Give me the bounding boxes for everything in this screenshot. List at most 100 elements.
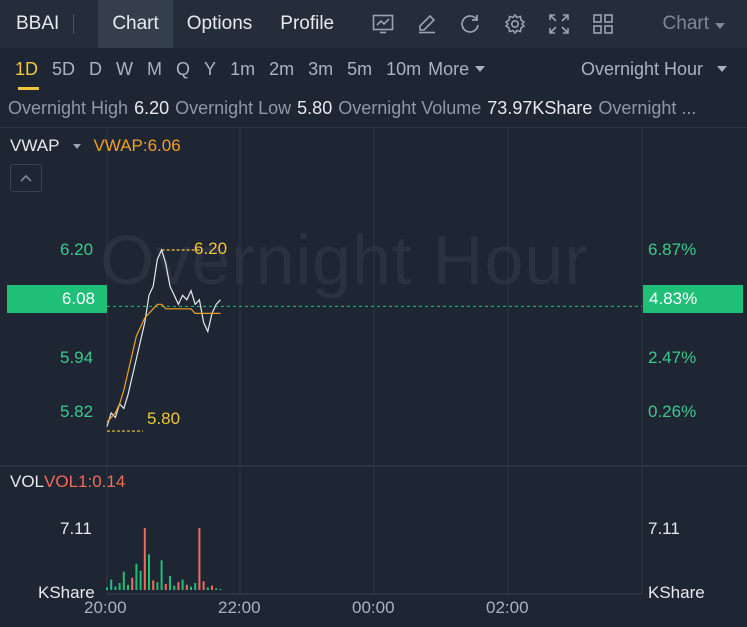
volume-bar [211,585,213,590]
period-selector: 1D 5D D W M Q Y 1m 2m 3m 5m 10m More Ove… [0,48,747,90]
period-month[interactable]: M [140,48,169,90]
volume-bar [160,560,163,590]
chart-canvas [0,128,747,595]
chevron-down-icon [715,23,725,29]
toolbar [362,13,626,35]
chart-area[interactable]: Overnight Hour VWAP VWAP:6.06 6.20 5.94 … [0,128,747,627]
chart-type-select[interactable]: Chart [663,13,725,35]
y-tick-left: 5.94 [60,348,94,367]
layout-grid-icon[interactable] [592,13,614,35]
x-tick: 00:00 [352,598,395,617]
volume-bar [206,587,209,590]
volume-bar [148,554,150,590]
volume-bar [169,576,171,590]
volume-bar [139,570,142,590]
volume-tick-right: 7.11 [648,519,680,538]
session-select[interactable]: Overnight Hour [581,59,727,80]
chart-type-label: Chart [662,13,709,34]
x-tick: 22:00 [218,598,261,617]
volume-bar [110,579,113,590]
volume-bar [185,584,188,590]
session-label: Overnight Hour [580,58,703,79]
y-tick-right: 6.87% [648,240,697,259]
low-annotation: 5.80 [147,409,181,428]
stat-value: 73.97KShare [487,98,593,118]
volume-bar [202,581,205,590]
period-5d[interactable]: 5D [45,48,82,90]
vwap-indicator-name: VWAP [10,136,60,155]
last-change-pct-tag: 4.83% [643,285,743,313]
ticker-symbol: BBAI [16,13,60,34]
stat-value: 5.80 [297,98,333,118]
x-tick: 02:00 [486,598,529,617]
refresh-icon[interactable] [460,13,482,35]
volume-bar [198,528,201,590]
draw-pen-icon[interactable] [416,13,438,35]
period-year[interactable]: Y [197,48,223,90]
volume-bar [156,582,159,590]
volume-tick-left: 7.11 [60,519,92,538]
tab-chart[interactable]: Chart [98,0,173,48]
volume-bar [177,582,180,590]
x-tick: 20:00 [84,598,127,617]
volume-bar [106,587,108,590]
collapse-panel-button[interactable] [10,164,42,192]
vwap-indicator-header[interactable]: VWAP VWAP:6.06 [10,136,181,156]
chevron-down-icon [717,66,727,72]
y-tick-right: 2.47% [648,348,697,367]
stat-value: 6.20 [134,98,170,118]
y-tick-right: 0.26% [648,402,697,421]
volume-unit-right: KShare [648,583,705,602]
period-quarter[interactable]: Q [169,48,197,90]
more-periods-dropdown[interactable]: More [428,48,492,90]
period-week[interactable]: W [109,48,140,90]
stat-label: Overnight Low [175,98,292,118]
stat-label: Overnight High [8,98,129,118]
volume-bar [127,584,129,590]
volume-bar [181,579,184,590]
period-5m[interactable]: 5m [340,48,379,90]
volume-bar [152,580,155,590]
chevron-up-icon [20,174,32,182]
stat-label: Overnight ... [598,98,697,118]
settings-gear-icon[interactable] [504,13,526,35]
volume-bar [118,583,121,590]
volume-indicator-header[interactable]: VOL VOL1:0.14 [10,472,125,492]
y-tick-left: 6.20 [60,240,94,259]
chevron-down-icon [475,66,486,72]
tab-profile[interactable]: Profile [266,0,348,48]
volume-bar [164,583,167,590]
volume-bar [219,589,222,590]
period-2m[interactable]: 2m [262,48,301,90]
volume-bar [122,571,125,590]
high-annotation: 6.20 [194,239,228,258]
indicator-chart-icon[interactable] [372,13,394,35]
volume-bar [135,563,138,590]
fullscreen-expand-icon[interactable] [548,13,570,35]
period-10m[interactable]: 10m [379,48,428,90]
volume-bar [143,528,146,590]
volume-value: VOL1:0.14 [44,472,126,491]
stat-label: Overnight Volume [338,98,482,118]
overnight-stats: Overnight High 6.20 Overnight Low 5.80 O… [0,90,747,128]
period-1d[interactable]: 1D [8,48,45,90]
period-day[interactable]: D [82,48,109,90]
volume-bar [215,588,218,590]
top-bar: BBAI Chart Options Profile Chart [0,0,747,48]
last-price-tag: 6.08 [7,285,107,313]
divider [73,14,75,34]
volume-bar [114,586,117,590]
chevron-down-icon[interactable] [73,143,82,149]
vwap-value: VWAP:6.06 [93,136,181,155]
tab-options[interactable]: Options [173,0,266,48]
volume-bar [190,586,192,590]
volume-bar [173,585,176,590]
period-3m[interactable]: 3m [301,48,340,90]
volume-indicator-name: VOL [10,472,45,491]
volume-bar [131,577,134,590]
volume-bar [194,583,197,590]
price-line [106,248,221,427]
period-1m[interactable]: 1m [223,48,262,90]
y-tick-left: 5.82 [60,402,94,421]
more-label: More [428,58,470,79]
